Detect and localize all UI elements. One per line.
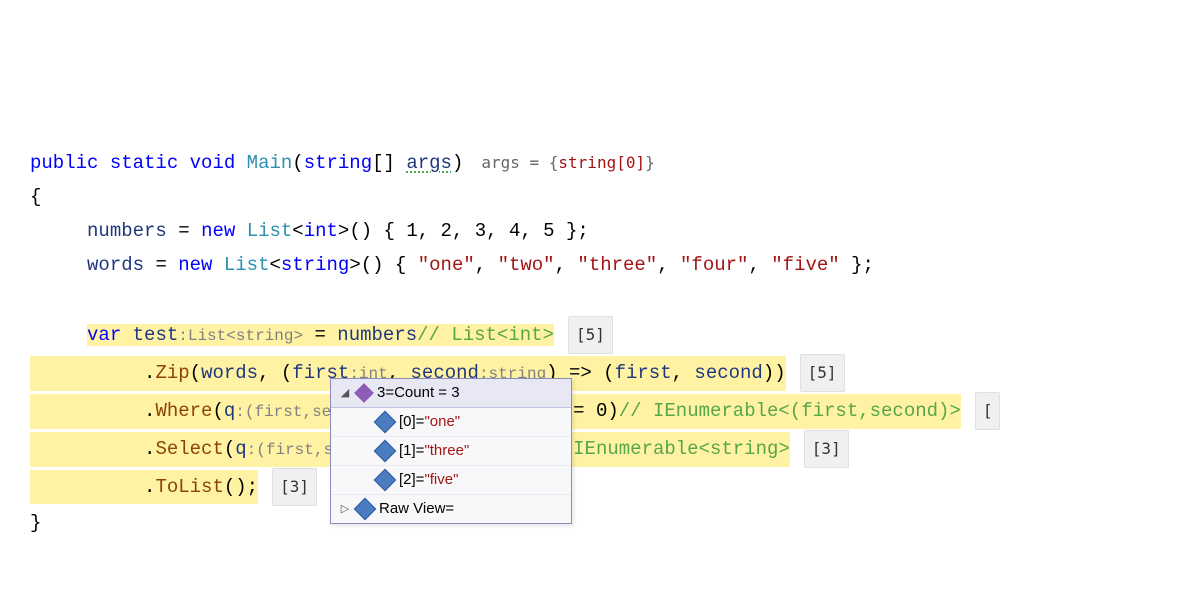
param-args[interactable]: args — [406, 152, 452, 174]
method-select: Select — [155, 438, 223, 460]
method-name: Main — [247, 152, 293, 174]
field-icon — [354, 498, 377, 521]
debug-tag-3b[interactable]: [3] — [272, 468, 317, 506]
tooltip-key-0: [0]= — [399, 413, 424, 430]
var-words: words — [87, 254, 144, 276]
field-icon — [374, 469, 397, 492]
type-list: List — [247, 220, 293, 242]
keyword-new: new — [201, 220, 235, 242]
args-debug-hint[interactable]: args = {string[0]} — [481, 146, 654, 180]
debug-tag-3a[interactable]: [3] — [804, 430, 849, 468]
keyword-static: static — [110, 152, 178, 174]
tooltip-raw-label: Raw View= — [379, 500, 454, 518]
tooltip-key-2: [2]= — [399, 471, 424, 488]
type-int: int — [304, 220, 338, 242]
tooltip-val-1: "three" — [424, 442, 469, 459]
class-icon — [354, 383, 374, 403]
tooltip-header-row[interactable]: ◢ 3=Count = 3 — [331, 379, 571, 408]
method-where: Where — [155, 400, 212, 422]
comment-ienum-string: // IEnumerable<string> — [539, 438, 790, 460]
arg-words: words — [201, 362, 258, 384]
str-four: "four" — [680, 254, 748, 276]
debug-tag-5b[interactable]: [5] — [800, 354, 845, 392]
tooltip-header-text: 3=Count = 3 — [377, 384, 460, 402]
tooltip-item-0[interactable]: [0]="one" — [331, 408, 571, 437]
keyword-void: void — [190, 152, 236, 174]
tooltip-item-1[interactable]: [1]="three" — [331, 437, 571, 466]
type-string: string — [304, 152, 372, 174]
str-one: "one" — [418, 254, 475, 276]
debug-tag-trunc[interactable]: [ — [975, 392, 1001, 430]
str-five: "five" — [771, 254, 839, 276]
lambda-q2: q — [235, 438, 246, 460]
tooltip-raw-view[interactable]: ▷ Raw View= — [331, 495, 571, 523]
field-icon — [374, 440, 397, 463]
var-numbers: numbers — [87, 220, 167, 242]
field-icon — [374, 411, 397, 434]
tuple-first: first — [615, 362, 672, 384]
inlay-test-type: :List<string> — [178, 327, 303, 345]
brace-open: { — [30, 186, 41, 208]
int-values: 1, 2, 3, 4, 5 — [406, 220, 554, 242]
brace-close: } — [30, 512, 41, 534]
tooltip-key-1: [1]= — [399, 442, 424, 459]
keyword-public: public — [30, 152, 98, 174]
type-list: List — [224, 254, 270, 276]
comment-ienum-tuple: // IEnumerable<(first,second)> — [619, 400, 961, 422]
tooltip-val-0: "one" — [424, 413, 460, 430]
method-zip: Zip — [155, 362, 189, 384]
lambda-q: q — [224, 400, 235, 422]
tooltip-val-2: "five" — [424, 471, 458, 488]
type-string: string — [281, 254, 349, 276]
debug-tooltip[interactable]: ◢ 3=Count = 3 [0]="one" [1]="three" [2]=… — [330, 378, 572, 524]
method-tolist: ToList — [155, 476, 223, 498]
str-two: "two" — [498, 254, 555, 276]
keyword-var: var — [87, 324, 121, 346]
expr-numbers: numbers — [337, 324, 417, 346]
collapse-icon[interactable]: ◢ — [339, 384, 351, 402]
debug-tag-5a[interactable]: [5] — [568, 316, 613, 354]
comment-list-int: // List<int> — [417, 324, 554, 346]
tooltip-item-2[interactable]: [2]="five" — [331, 466, 571, 495]
tuple-second: second — [694, 362, 762, 384]
str-three: "three" — [577, 254, 657, 276]
expand-icon[interactable]: ▷ — [339, 500, 351, 518]
keyword-new: new — [178, 254, 212, 276]
var-test: test — [133, 324, 179, 346]
